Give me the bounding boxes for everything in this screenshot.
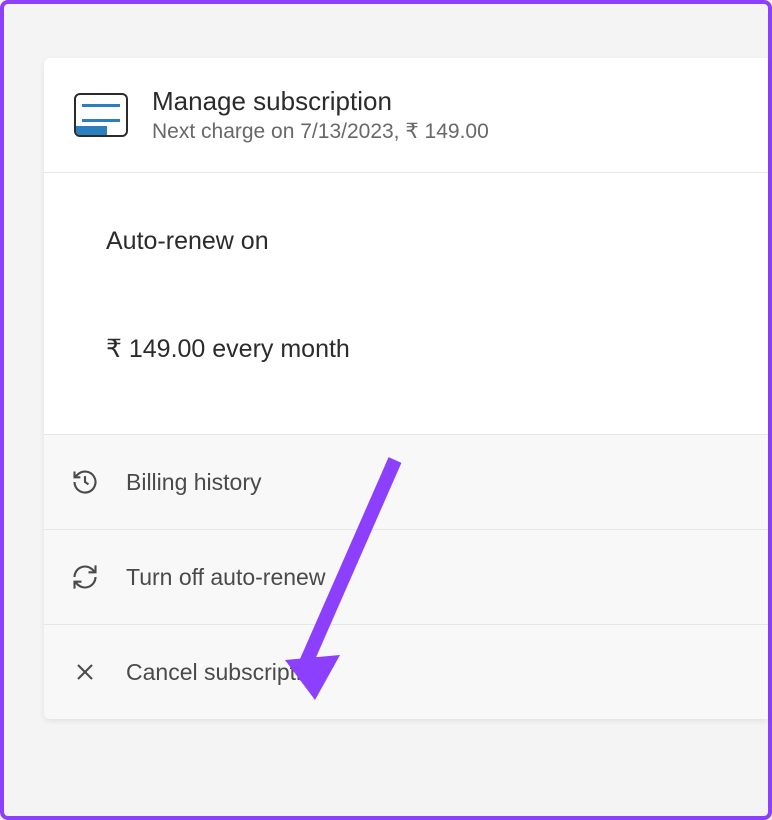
turn-off-auto-renew-item[interactable]: Turn off auto-renew [44, 530, 768, 625]
close-icon [66, 653, 104, 691]
turn-off-auto-renew-label: Turn off auto-renew [126, 564, 325, 591]
billing-history-item[interactable]: Billing history [44, 435, 768, 530]
page-container: Manage subscription Next charge on 7/13/… [0, 0, 772, 820]
cancel-subscription-item[interactable]: Cancel subscription [44, 625, 768, 719]
refresh-icon [66, 558, 104, 596]
subscription-price: ₹ 149.00 every month [106, 334, 732, 364]
header-text-group: Manage subscription Next charge on 7/13/… [152, 86, 489, 144]
billing-history-label: Billing history [126, 469, 262, 496]
auto-renew-status: Auto-renew on [106, 227, 732, 256]
cancel-subscription-label: Cancel subscription [126, 659, 327, 686]
card-header: Manage subscription Next charge on 7/13/… [44, 58, 768, 173]
header-subtitle: Next charge on 7/13/2023, ₹ 149.00 [152, 119, 489, 144]
history-icon [66, 463, 104, 501]
subscription-card: Manage subscription Next charge on 7/13/… [44, 58, 768, 719]
subscription-card-icon [74, 93, 128, 137]
info-section: Auto-renew on ₹ 149.00 every month [44, 173, 768, 435]
header-title: Manage subscription [152, 86, 489, 117]
